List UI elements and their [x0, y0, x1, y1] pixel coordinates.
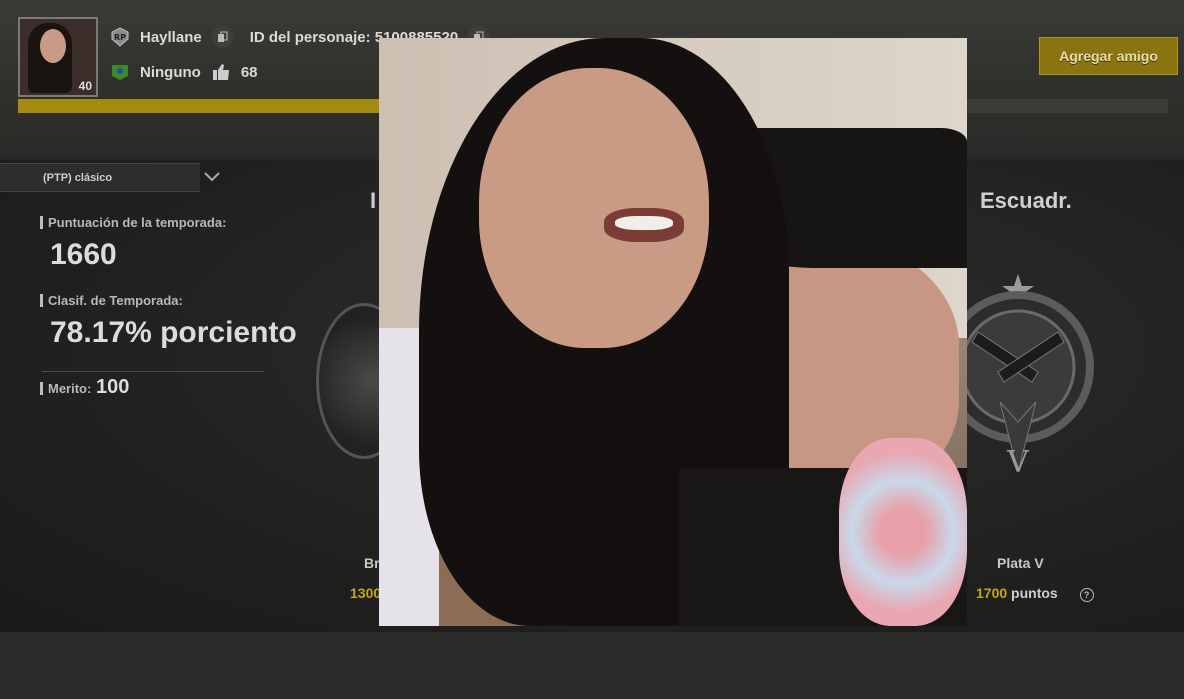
season-score-label: Puntuación de la temporada: — [40, 216, 226, 229]
tier-name-left: Br — [364, 555, 380, 571]
thumbs-up-icon[interactable] — [211, 62, 231, 82]
chevron-down-icon — [203, 170, 221, 187]
mode-selected: (PTP) clásico — [43, 171, 113, 184]
tier-points-value-squad: 1700 — [976, 585, 1008, 601]
avatar[interactable]: 40 — [18, 17, 98, 97]
mode-dropdown[interactable]: (PTP) clásico — [0, 163, 220, 192]
level-badge: 40 — [78, 79, 92, 93]
tier-points-squad: 1700 puntos ? — [976, 585, 1094, 602]
season-score-value: 1660 — [50, 238, 117, 271]
rank-badge-icon: RP — [110, 27, 130, 47]
merit-label: Merito: — [40, 382, 91, 395]
tier-points-unit-squad: puntos — [1011, 585, 1058, 601]
merit-value: 100 — [96, 376, 130, 398]
likes-count: 68 — [240, 63, 258, 81]
footer-bar — [0, 632, 1184, 699]
photo-flowers — [839, 438, 967, 626]
column-title-left: I — [370, 188, 377, 213]
photo-teeth — [615, 216, 673, 230]
profile-photo-overlay[interactable] — [379, 38, 967, 626]
stats-divider — [42, 371, 264, 372]
add-friend-button[interactable]: Agregar amigo — [1039, 37, 1178, 75]
flag-icon — [110, 62, 130, 82]
avatar-face — [40, 29, 66, 63]
season-rank-label: Clasif. de Temporada: — [40, 294, 183, 307]
photo-face — [479, 68, 709, 348]
level-progress-fill — [18, 99, 386, 113]
tier-name-squad: Plata V — [997, 555, 1044, 571]
profile-clan-row: Ninguno 68 — [110, 60, 258, 84]
svg-text:RP: RP — [114, 33, 126, 42]
help-icon[interactable]: ? — [1079, 588, 1094, 602]
clan-name: Ninguno — [140, 63, 201, 81]
tier-points-value-left: 1300 — [350, 585, 382, 601]
column-title-squad: Escuadr. — [980, 188, 1072, 213]
svg-text:V: V — [1006, 445, 1030, 480]
season-rank-value: 78.17% porciento — [50, 316, 297, 349]
copy-icon[interactable] — [211, 26, 234, 48]
tier-points-left: 1300 — [350, 585, 381, 601]
rank-badge-squad: V — [942, 272, 1098, 482]
player-name: Hayllane — [140, 28, 202, 46]
